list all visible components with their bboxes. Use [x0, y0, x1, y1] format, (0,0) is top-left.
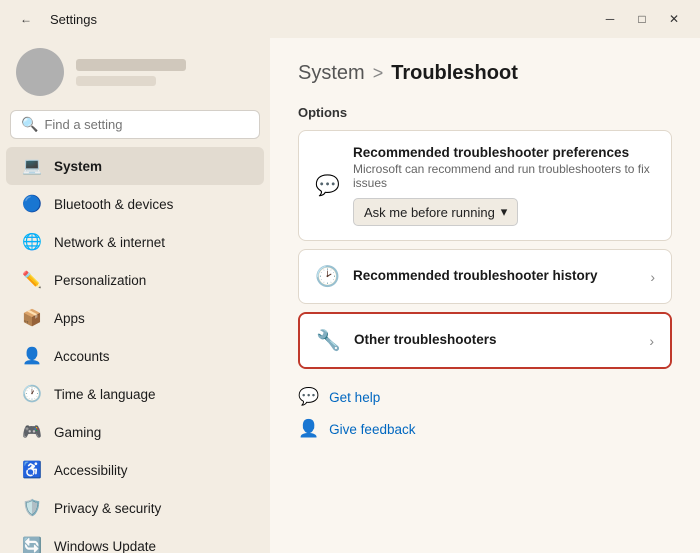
search-icon: 🔍 [21, 116, 38, 133]
troubleshooter-history-row[interactable]: 🕑 Recommended troubleshooter history › [299, 250, 671, 303]
section-label: Options [298, 105, 672, 120]
gaming-icon: 🎮 [22, 422, 42, 442]
history-chevron-icon: › [650, 269, 655, 285]
sidebar-item-update[interactable]: 🔄 Windows Update [6, 527, 264, 553]
recommended-preferences-subtitle: Microsoft can recommend and run troubles… [353, 162, 655, 190]
nav-list: 💻 System 🔵 Bluetooth & devices 🌐 Network & in… [0, 147, 270, 553]
back-button[interactable]: ← [12, 8, 40, 30]
links-section: 💬 Get help 👤 Give feedback [298, 385, 672, 441]
close-button[interactable]: ✕ [660, 8, 688, 30]
troubleshooter-history-content: Recommended troubleshooter history [353, 268, 636, 285]
minimize-button[interactable]: ─ [596, 8, 624, 30]
sidebar-item-label-bluetooth: Bluetooth & devices [54, 197, 173, 212]
dropdown-arrow-icon: ▾ [501, 204, 508, 220]
privacy-icon: 🛡️ [22, 498, 42, 518]
apps-icon: 📦 [22, 308, 42, 328]
get-help-icon: 💬 [298, 387, 319, 407]
sidebar-item-label-gaming: Gaming [54, 425, 101, 440]
accounts-icon: 👤 [22, 346, 42, 366]
bluetooth-icon: 🔵 [22, 194, 42, 214]
title-bar: ← Settings ─ □ ✕ [0, 0, 700, 38]
window-title: Settings [50, 12, 97, 27]
sidebar-item-system[interactable]: 💻 System [6, 147, 264, 185]
dropdown-label: Ask me before running [364, 205, 495, 220]
history-icon: 🕑 [315, 264, 339, 289]
sidebar-item-time[interactable]: 🕐 Time & language [6, 375, 264, 413]
title-bar-left: ← Settings [12, 8, 97, 30]
sidebar-item-gaming[interactable]: 🎮 Gaming [6, 413, 264, 451]
recommended-preferences-card: 💬 Recommended troubleshooter preferences… [298, 130, 672, 241]
profile-info [76, 59, 186, 86]
sidebar-item-label-update: Windows Update [54, 539, 156, 553]
main-content: System > Troubleshoot Options 💬 Recommen… [270, 38, 700, 553]
sidebar-item-label-personalization: Personalization [54, 273, 146, 288]
sidebar-item-label-accessibility: Accessibility [54, 463, 128, 478]
sidebar-item-accounts[interactable]: 👤 Accounts [6, 337, 264, 375]
profile-section [0, 38, 270, 110]
personalization-icon: ✏️ [22, 270, 42, 290]
sidebar-item-bluetooth[interactable]: 🔵 Bluetooth & devices [6, 185, 264, 223]
window-controls: ─ □ ✕ [596, 8, 688, 30]
breadcrumb-parent: System [298, 62, 365, 85]
sidebar-item-label-privacy: Privacy & security [54, 501, 161, 516]
recommended-preferences-row[interactable]: 💬 Recommended troubleshooter preferences… [299, 131, 671, 240]
sidebar-item-accessibility[interactable]: ♿ Accessibility [6, 451, 264, 489]
time-icon: 🕐 [22, 384, 42, 404]
sidebar-item-apps[interactable]: 📦 Apps [6, 299, 264, 337]
give-feedback-icon: 👤 [298, 419, 319, 439]
recommended-preferences-content: Recommended troubleshooter preferences M… [353, 145, 655, 226]
chat-icon: 💬 [315, 173, 339, 198]
system-icon: 💻 [22, 156, 42, 176]
sidebar-item-label-accounts: Accounts [54, 349, 110, 364]
profile-name-bar [76, 59, 186, 71]
sidebar-item-label-time: Time & language [54, 387, 156, 402]
breadcrumb: System > Troubleshoot [298, 62, 672, 85]
get-help-label: Get help [329, 390, 380, 405]
other-troubleshooters-row[interactable]: 🔧 Other troubleshooters › [300, 314, 670, 367]
other-troubleshooters-title: Other troubleshooters [354, 332, 635, 347]
recommended-preferences-title: Recommended troubleshooter preferences [353, 145, 655, 160]
maximize-button[interactable]: □ [628, 8, 656, 30]
search-input[interactable] [44, 117, 249, 132]
sidebar-item-network[interactable]: 🌐 Network & internet [6, 223, 264, 261]
search-box[interactable]: 🔍 [10, 110, 260, 139]
sidebar-item-label-system: System [54, 159, 102, 174]
sidebar-item-label-network: Network & internet [54, 235, 165, 250]
network-icon: 🌐 [22, 232, 42, 252]
app-body: 🔍 💻 System 🔵 Bluetooth & devices 🌐 Network & … [0, 38, 700, 553]
other-troubleshooters-content: Other troubleshooters [354, 332, 635, 349]
avatar [16, 48, 64, 96]
give-feedback-label: Give feedback [329, 422, 415, 437]
profile-sub-bar [76, 76, 156, 86]
breadcrumb-current: Troubleshoot [391, 62, 518, 85]
sidebar-item-label-apps: Apps [54, 311, 85, 326]
troubleshooter-history-card[interactable]: 🕑 Recommended troubleshooter history › [298, 249, 672, 304]
troubleshooter-history-title: Recommended troubleshooter history [353, 268, 636, 283]
other-chevron-icon: › [649, 333, 654, 349]
sidebar-item-personalization[interactable]: ✏️ Personalization [6, 261, 264, 299]
sidebar-item-privacy[interactable]: 🛡️ Privacy & security [6, 489, 264, 527]
other-troubleshooters-card[interactable]: 🔧 Other troubleshooters › [298, 312, 672, 369]
give-feedback-link[interactable]: 👤 Give feedback [298, 417, 672, 441]
wrench-icon: 🔧 [316, 328, 340, 353]
accessibility-icon: ♿ [22, 460, 42, 480]
get-help-link[interactable]: 💬 Get help [298, 385, 672, 409]
breadcrumb-separator: > [373, 63, 384, 84]
update-icon: 🔄 [22, 536, 42, 553]
ask-before-running-dropdown[interactable]: Ask me before running ▾ [353, 198, 518, 226]
sidebar: 🔍 💻 System 🔵 Bluetooth & devices 🌐 Network & … [0, 38, 270, 553]
